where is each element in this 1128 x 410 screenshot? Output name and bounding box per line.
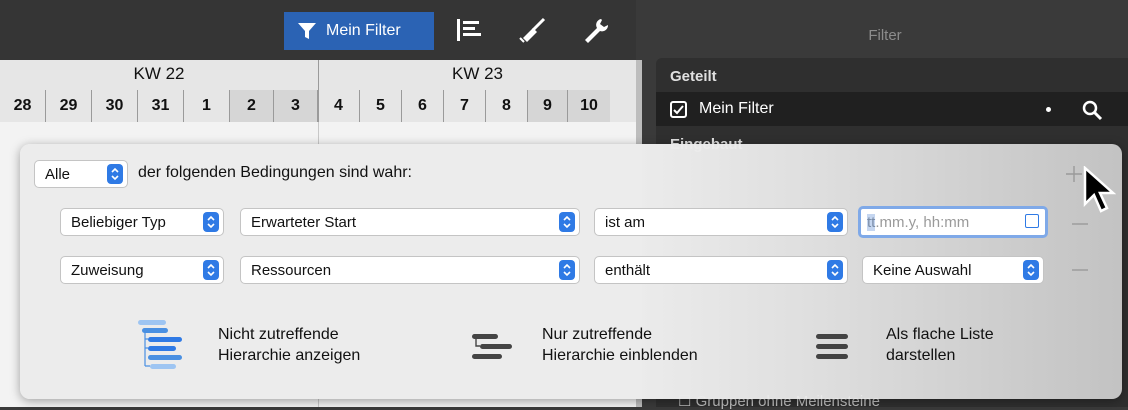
conditions-text: der folgenden Bedingungen sind wahr: [138, 164, 412, 181]
gantt-icon[interactable] [452, 14, 486, 46]
option-label: Nicht zutreffende Hierarchie anzeigen [218, 326, 361, 364]
day-cell: 7 [444, 90, 486, 122]
chevron-updown-icon [827, 212, 843, 232]
search-icon[interactable] [1080, 98, 1104, 122]
funnel-icon [298, 23, 316, 39]
sidebar-item-label: Mein Filter [699, 100, 774, 117]
panel-title: Filter [868, 27, 902, 44]
hierarchy-all-icon [138, 320, 182, 369]
hierarchy-matching-icon [472, 334, 512, 359]
rule1-field-popup[interactable]: Erwarteter Start [240, 208, 580, 236]
chevron-updown-icon [559, 260, 575, 280]
remove-rule2-minus-icon[interactable] [1070, 260, 1090, 280]
date-placeholder: .mm.y, hh:mm [875, 213, 970, 231]
week-label: KW 23 [451, 64, 504, 83]
rule2-value-popup[interactable]: Keine Auswahl [862, 256, 1044, 284]
chevron-updown-icon [203, 212, 219, 232]
chevron-updown-icon [203, 260, 219, 280]
week-label: KW 22 [133, 64, 185, 83]
filter-toolbar-label: Mein Filter [326, 22, 401, 39]
wrench-icon[interactable] [578, 14, 612, 46]
day-row: 28 29 30 31 1 2 3 4 5 6 7 8 9 10 [0, 90, 610, 122]
rule2-field-value: Ressourcen [251, 261, 332, 279]
option-flat-list[interactable]: Als flache Liste darstellen [816, 324, 994, 368]
match-mode-popup[interactable]: Alle [34, 160, 128, 188]
option-label: Nur zutreffende Hierarchie einblenden [542, 326, 698, 364]
chevron-updown-icon [1023, 260, 1039, 280]
remove-rule1-minus-icon[interactable] [1070, 214, 1090, 234]
calendar-header: KW 22 KW 23 28 29 30 31 1 2 3 4 5 6 7 8 … [0, 60, 636, 123]
status-dot [1046, 107, 1051, 112]
add-rule-plus-icon[interactable] [1064, 164, 1084, 184]
sidebar-item-mein-filter[interactable]: Mein Filter [656, 92, 1128, 126]
chevron-updown-icon [107, 164, 123, 184]
option-show-nonmatching-hierarchy[interactable]: Nicht zutreffende Hierarchie anzeigen [138, 320, 361, 374]
chevron-updown-icon [827, 260, 843, 280]
calendar-icon[interactable] [1025, 214, 1039, 228]
rule1-operator-value: ist am [605, 213, 646, 231]
mein-filter-checkbox[interactable] [670, 100, 687, 118]
rule1-operator-popup[interactable]: ist am [594, 208, 848, 236]
day-cell: 2 [230, 90, 274, 122]
option-label: Als flache Liste darstellen [886, 326, 994, 364]
day-cell: 30 [92, 90, 138, 122]
checkmark-icon [673, 104, 684, 114]
day-cell: 8 [486, 90, 528, 122]
rule1-field-value: Erwarteter Start [251, 213, 357, 231]
rule2-type-popup[interactable]: Zuweisung [60, 256, 224, 284]
option-show-matching-hierarchy[interactable]: Nur zutreffende Hierarchie einblenden [472, 324, 698, 368]
day-cell: 5 [360, 90, 402, 122]
filter-rules-popover: Alle der folgenden Bedingungen sind wahr… [20, 144, 1122, 399]
shared-section-header: Geteilt [670, 68, 717, 85]
day-cell: 3 [274, 90, 318, 122]
filter-toolbar-button[interactable]: Mein Filter [284, 12, 434, 50]
match-mode-value: Alle [45, 165, 71, 183]
day-cell: 9 [528, 90, 568, 122]
day-cell: 31 [138, 90, 184, 122]
chevron-updown-icon [559, 212, 575, 232]
mouse-cursor-icon [1083, 166, 1116, 213]
day-cell: 1 [184, 90, 230, 122]
rule2-operator-popup[interactable]: enthält [594, 256, 848, 284]
day-cell: 28 [0, 90, 46, 122]
flat-list-icon [816, 334, 848, 359]
day-cell: 29 [46, 90, 92, 122]
rule1-date-input[interactable]: tt.mm.y, hh:mm [858, 206, 1048, 238]
day-cell: 4 [318, 90, 360, 122]
rule2-field-popup[interactable]: Ressourcen [240, 256, 580, 284]
day-cell: 10 [568, 90, 610, 122]
rule1-type-value: Beliebiger Typ [71, 213, 166, 231]
rule2-value: Keine Auswahl [873, 261, 972, 279]
toolbar: Mein Filter [0, 0, 636, 60]
rule2-operator-value: enthält [605, 261, 651, 279]
rule1-type-popup[interactable]: Beliebiger Typ [60, 208, 224, 236]
day-cell: 6 [402, 90, 444, 122]
rule2-type-value: Zuweisung [71, 261, 144, 279]
broom-icon[interactable] [516, 14, 550, 46]
